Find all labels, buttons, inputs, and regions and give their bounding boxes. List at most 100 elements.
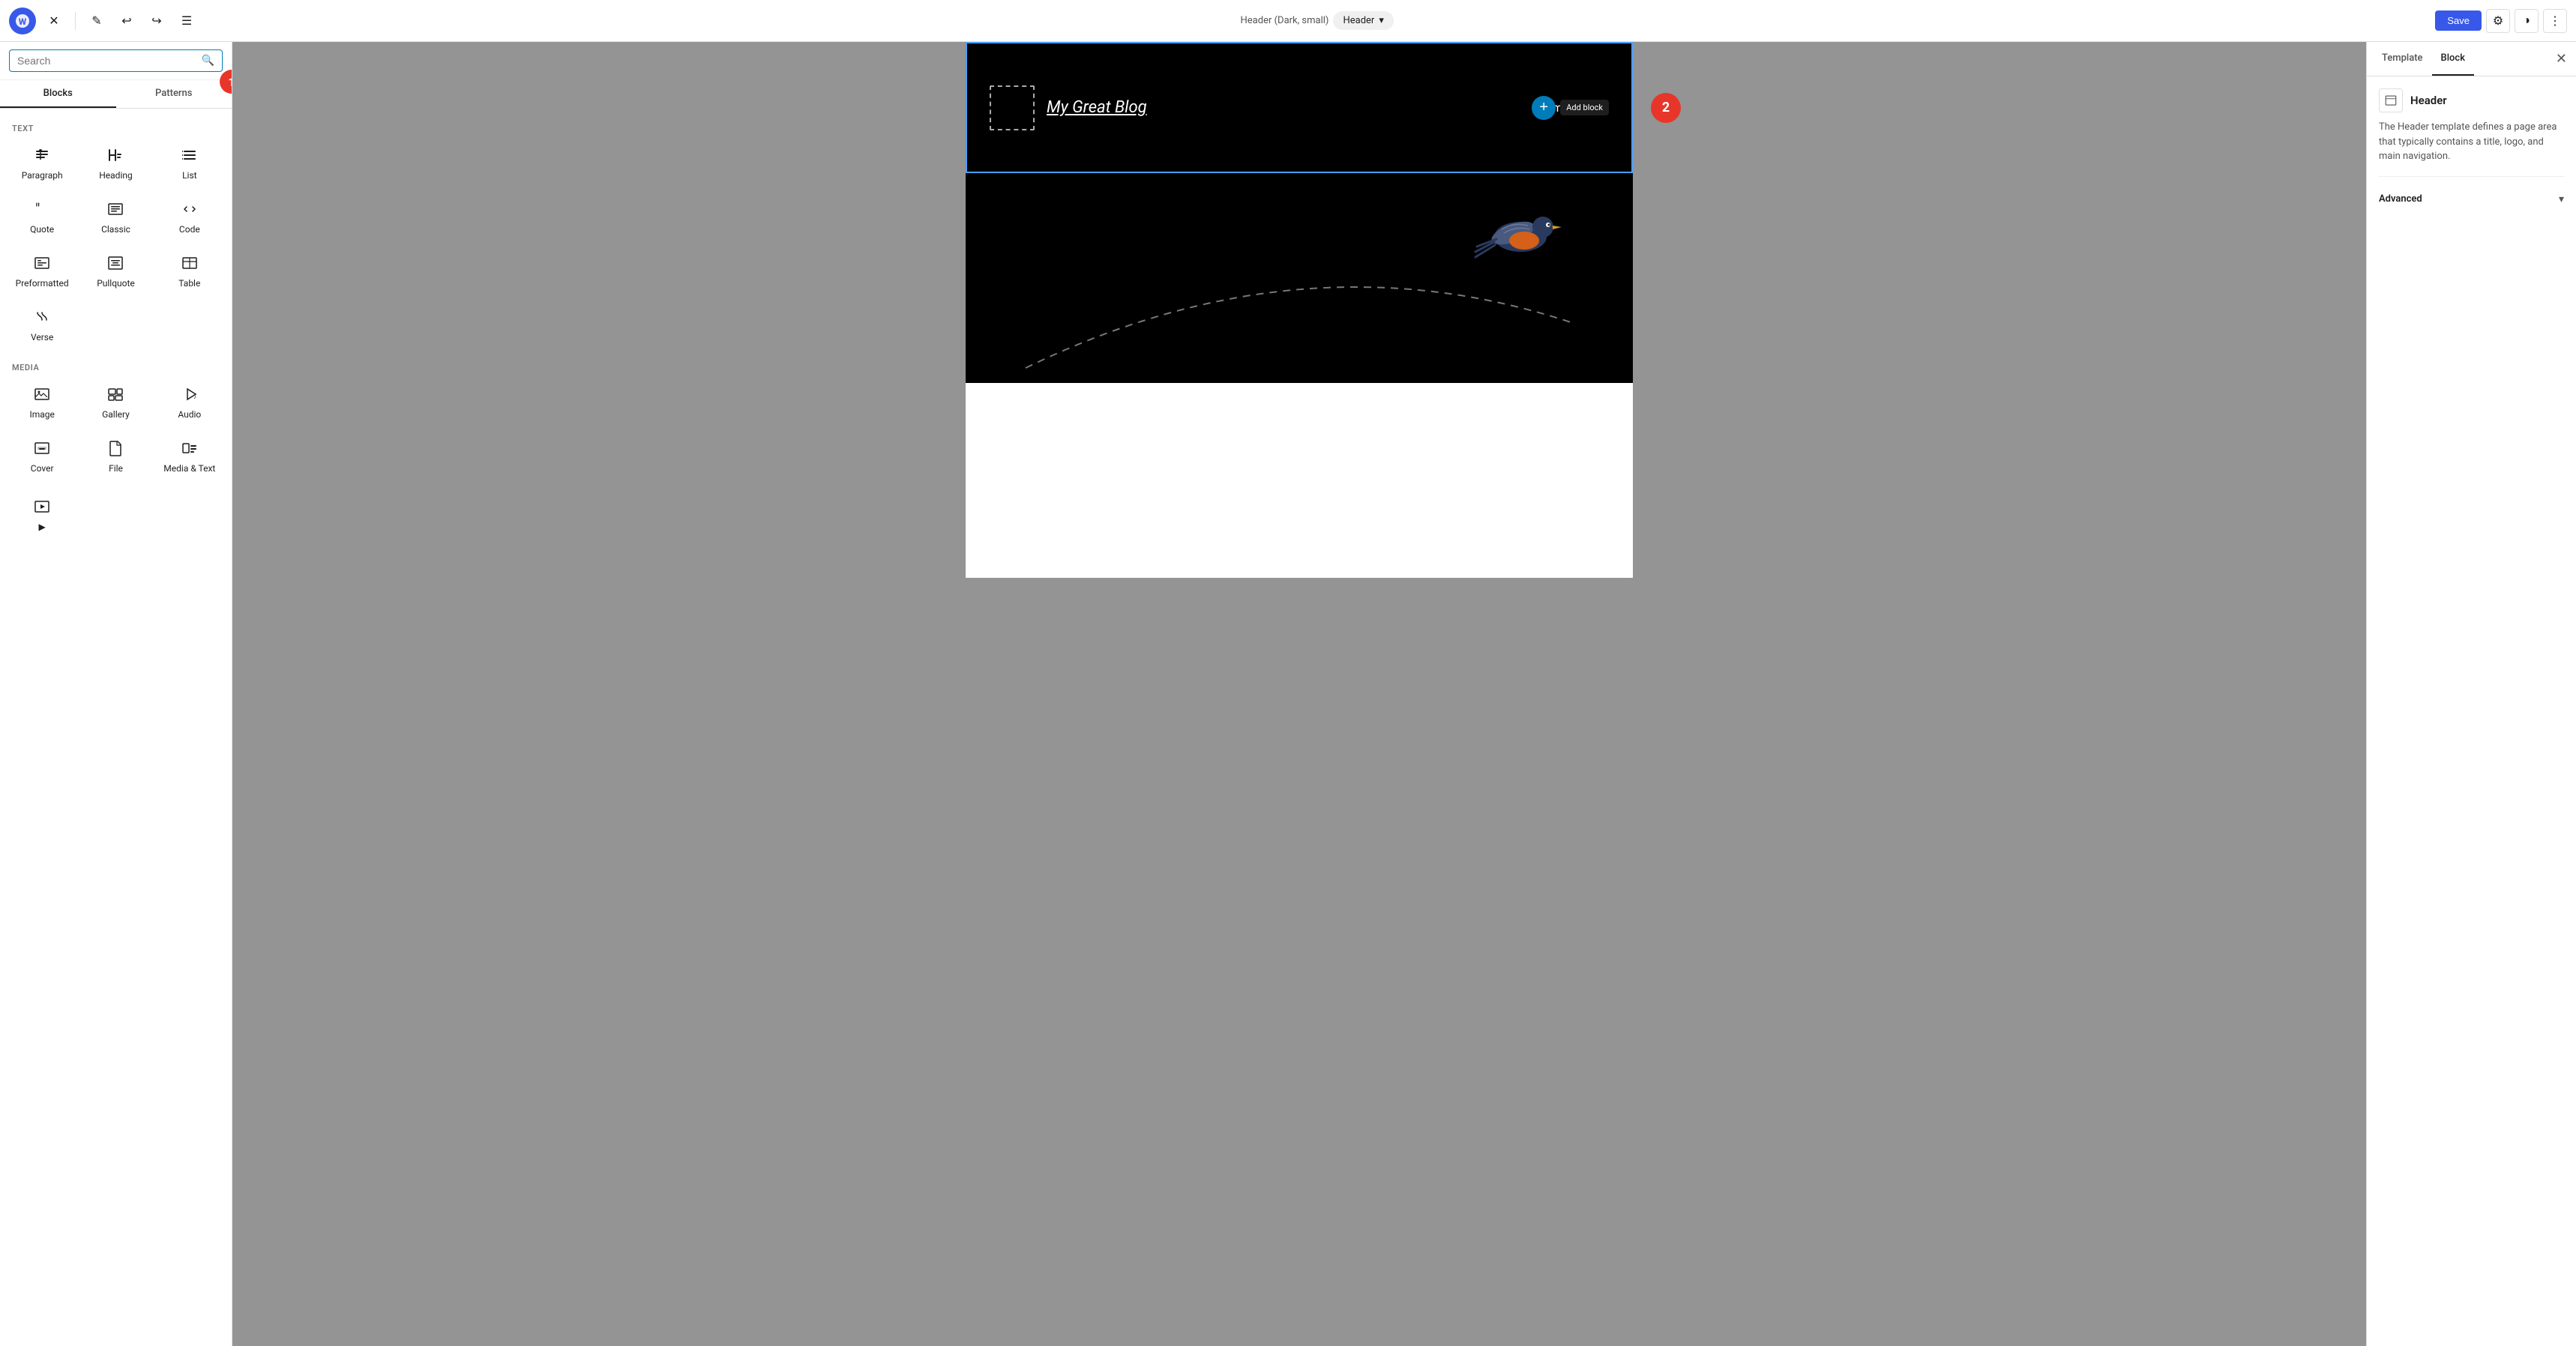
paragraph-label: Paragraph bbox=[22, 170, 63, 181]
add-block-button[interactable]: + bbox=[1532, 96, 1556, 120]
svg-text:": " bbox=[35, 200, 40, 218]
block-code[interactable]: Code bbox=[154, 190, 226, 243]
search-icon: 🔍 bbox=[202, 55, 214, 67]
block-cover[interactable]: Cover bbox=[6, 429, 78, 482]
content-block bbox=[966, 383, 1633, 578]
image-icon bbox=[31, 384, 52, 405]
divider bbox=[2379, 176, 2564, 177]
code-label: Code bbox=[179, 224, 200, 235]
text-blocks-grid: Paragraph Heading List " bbox=[6, 136, 226, 351]
tab-block[interactable]: Block bbox=[2432, 42, 2474, 76]
table-icon bbox=[179, 253, 200, 274]
sidebar-right: Template Block ✕ Header The Header templ… bbox=[2366, 42, 2576, 1346]
right-panel-title: Header bbox=[2410, 94, 2447, 107]
verse-icon bbox=[31, 307, 52, 328]
redo-button[interactable]: ↪ bbox=[145, 9, 169, 33]
topbar-center: Header (Dark, small) Header ▾ bbox=[205, 11, 2429, 30]
quote-icon: " bbox=[31, 199, 52, 220]
audio-icon: ♪ bbox=[179, 384, 200, 405]
header-block[interactable]: My Great Blog Sample Page + Add block 2 bbox=[966, 42, 1633, 173]
svg-text:♪: ♪ bbox=[193, 393, 196, 400]
table-label: Table bbox=[178, 278, 200, 289]
search-box: 🔍 bbox=[0, 42, 232, 80]
media-text-label: Media & Text bbox=[163, 463, 215, 474]
separator bbox=[75, 12, 76, 30]
media-text-icon bbox=[179, 438, 200, 459]
heading-label: Heading bbox=[99, 170, 133, 181]
preformatted-icon bbox=[31, 253, 52, 274]
sidebar-left: 🔍 Blocks Patterns 1 TEXT Paragraph bbox=[0, 42, 232, 1346]
cover-icon bbox=[31, 438, 52, 459]
blocks-list: TEXT Paragraph Heading bbox=[0, 109, 232, 1346]
block-verse[interactable]: Verse bbox=[6, 298, 78, 351]
site-logo[interactable] bbox=[990, 85, 1035, 130]
chevron-down-icon: ▾ bbox=[2559, 193, 2564, 205]
wp-logo-icon[interactable]: W bbox=[9, 7, 36, 34]
more-options-button[interactable]: ⋮ bbox=[2543, 9, 2567, 33]
block-image[interactable]: Image bbox=[6, 375, 78, 428]
canvas: Header Replace bbox=[232, 42, 2366, 1346]
section-label-text: TEXT bbox=[6, 118, 226, 136]
block-gallery[interactable]: Gallery bbox=[79, 375, 151, 428]
block-quote[interactable]: " Quote bbox=[6, 190, 78, 243]
classic-label: Classic bbox=[101, 224, 130, 235]
extra-blocks-grid: ▶ bbox=[6, 488, 226, 540]
right-panel-content: Header The Header template defines a pag… bbox=[2367, 76, 2576, 1346]
topbar-right: Save ⚙ ◑ ⋮ bbox=[2435, 9, 2567, 33]
file-icon bbox=[105, 438, 126, 459]
tab-blocks[interactable]: Blocks bbox=[0, 80, 116, 108]
block-file[interactable]: File bbox=[79, 429, 151, 482]
appearance-button[interactable]: ◑ bbox=[2515, 9, 2539, 33]
image-label: Image bbox=[29, 409, 54, 420]
advanced-row[interactable]: Advanced ▾ bbox=[2379, 186, 2564, 213]
site-title[interactable]: My Great Blog bbox=[1047, 98, 1538, 117]
block-media-text[interactable]: Media & Text bbox=[154, 429, 226, 482]
block-pullquote[interactable]: Pullquote bbox=[79, 244, 151, 297]
bird-illustration bbox=[1468, 188, 1573, 281]
undo-button[interactable]: ↩ bbox=[115, 9, 139, 33]
search-input-wrap: 🔍 bbox=[9, 49, 223, 72]
verse-label: Verse bbox=[31, 332, 53, 342]
file-label: File bbox=[109, 463, 123, 474]
close-panel-button[interactable]: ✕ bbox=[2553, 48, 2570, 70]
tab-patterns[interactable]: Patterns bbox=[116, 80, 232, 108]
right-panel-header: Header bbox=[2379, 88, 2564, 112]
gallery-icon bbox=[105, 384, 126, 405]
preformatted-label: Preformatted bbox=[16, 278, 69, 289]
header-block-icon bbox=[2379, 88, 2403, 112]
add-block-group: + Add block 2 bbox=[1532, 93, 1643, 123]
tab-bar: Blocks Patterns bbox=[0, 80, 232, 109]
block-audio[interactable]: ♪ Audio bbox=[154, 375, 226, 428]
pullquote-icon bbox=[105, 253, 126, 274]
media-blocks-grid: Image Gallery ♪ Audio bbox=[6, 375, 226, 482]
canvas-inner: Header Replace bbox=[966, 42, 1633, 578]
tab-template[interactable]: Template bbox=[2373, 42, 2432, 76]
header-section: Header Replace bbox=[966, 42, 1633, 173]
right-tab-bar: Template Block ✕ bbox=[2367, 42, 2576, 76]
save-button[interactable]: Save bbox=[2435, 10, 2482, 31]
block-heading[interactable]: Heading bbox=[79, 136, 151, 189]
heading-icon bbox=[105, 145, 126, 166]
list-icon bbox=[179, 145, 200, 166]
code-icon bbox=[179, 199, 200, 220]
search-input[interactable] bbox=[17, 55, 197, 67]
classic-icon bbox=[105, 199, 126, 220]
settings-button[interactable]: ⚙ bbox=[2486, 9, 2510, 33]
block-preformatted[interactable]: Preformatted bbox=[6, 244, 78, 297]
block-classic[interactable]: Classic bbox=[79, 190, 151, 243]
cover-block[interactable] bbox=[966, 173, 1633, 383]
list-label: List bbox=[182, 170, 197, 181]
breadcrumb-chip[interactable]: Header ▾ bbox=[1333, 11, 1393, 30]
edit-icon[interactable]: ✎ bbox=[85, 9, 109, 33]
video-icon bbox=[31, 496, 52, 517]
block-list[interactable]: List bbox=[154, 136, 226, 189]
block-table[interactable]: Table bbox=[154, 244, 226, 297]
block-paragraph[interactable]: Paragraph bbox=[6, 136, 78, 189]
main-layout: 🔍 Blocks Patterns 1 TEXT Paragraph bbox=[0, 42, 2576, 1346]
svg-text:W: W bbox=[19, 16, 27, 27]
block-video[interactable]: ▶ bbox=[6, 488, 78, 540]
section-label-media: MEDIA bbox=[6, 357, 226, 375]
list-view-button[interactable]: ☰ bbox=[175, 9, 199, 33]
close-button[interactable]: ✕ bbox=[42, 9, 66, 33]
topbar: W ✕ ✎ ↩ ↪ ☰ Header (Dark, small) Header … bbox=[0, 0, 2576, 42]
